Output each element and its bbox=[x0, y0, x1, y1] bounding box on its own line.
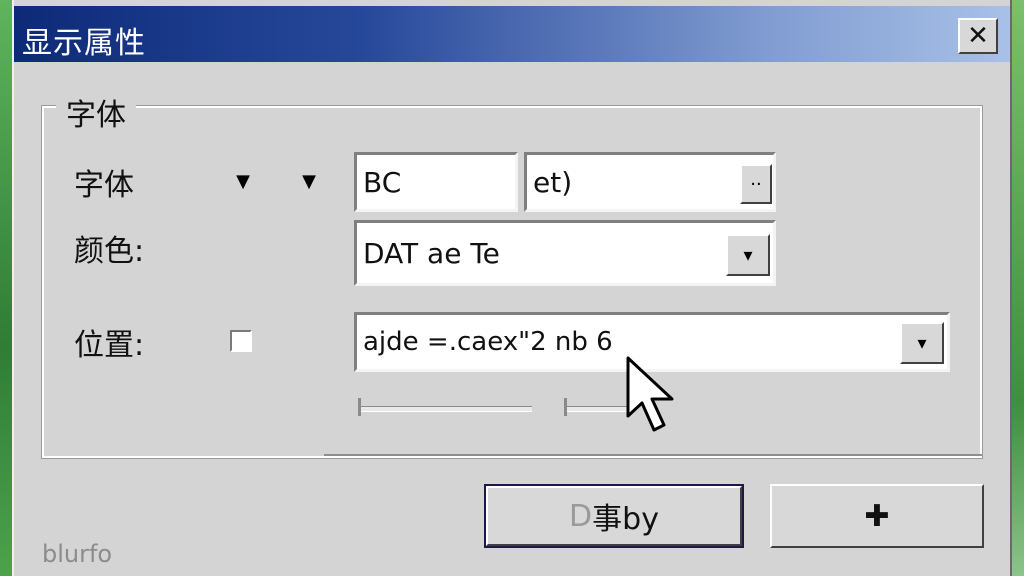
groupbox-title: 字体 bbox=[56, 90, 136, 134]
add-button[interactable]: ✚ bbox=[770, 484, 984, 548]
font-style-field[interactable]: et) bbox=[524, 152, 776, 212]
size-slider-track[interactable] bbox=[564, 406, 628, 412]
window-title: 显示属性 bbox=[22, 26, 146, 61]
color-select[interactable]: DAT ae Te bbox=[354, 220, 776, 286]
close-icon: ✕ bbox=[967, 21, 989, 51]
group-divider bbox=[324, 454, 982, 456]
offset-slider-tick bbox=[358, 398, 361, 416]
color-label: 颜色: bbox=[74, 234, 145, 269]
display-properties-dialog: 显示属性 ✕ 字体 字体 ▼ ▼ BC et) ·· 颜色: DAT ae Te… bbox=[12, 0, 1012, 576]
position-dropdown-button[interactable]: ▾ bbox=[900, 322, 944, 364]
mouse-pointer-icon bbox=[626, 356, 674, 432]
offset-slider-track[interactable] bbox=[358, 406, 532, 412]
triangle-down-icon: ▼ bbox=[302, 170, 316, 192]
font-label: 字体 bbox=[74, 168, 134, 203]
apply-button-prefix: D bbox=[569, 498, 593, 534]
close-button[interactable]: ✕ bbox=[958, 18, 998, 54]
ellipsis-icon: ·· bbox=[750, 173, 762, 195]
title-bar[interactable]: 显示属性 ✕ bbox=[14, 6, 1010, 62]
triangle-down-icon: ▼ bbox=[236, 170, 250, 192]
font-browse-button[interactable]: ·· bbox=[740, 164, 772, 204]
desktop-background-right bbox=[1010, 0, 1024, 576]
color-dropdown-button[interactable]: ▾ bbox=[726, 234, 770, 276]
footer-caption: blurfo bbox=[42, 540, 113, 568]
size-slider-tick bbox=[564, 398, 567, 416]
apply-button-label: 事by bbox=[592, 502, 659, 537]
font-name-field[interactable]: BC bbox=[354, 152, 518, 212]
font-style-arrow-button[interactable]: ▼ bbox=[230, 168, 256, 194]
plus-icon: ✚ bbox=[864, 498, 890, 534]
position-checkbox[interactable] bbox=[230, 330, 252, 352]
apply-button[interactable]: D 事by bbox=[484, 484, 744, 548]
chevron-down-icon: ▾ bbox=[743, 244, 753, 266]
position-label: 位置: bbox=[74, 328, 145, 363]
chevron-down-icon: ▾ bbox=[917, 332, 927, 354]
font-size-arrow-button[interactable]: ▼ bbox=[296, 168, 322, 194]
